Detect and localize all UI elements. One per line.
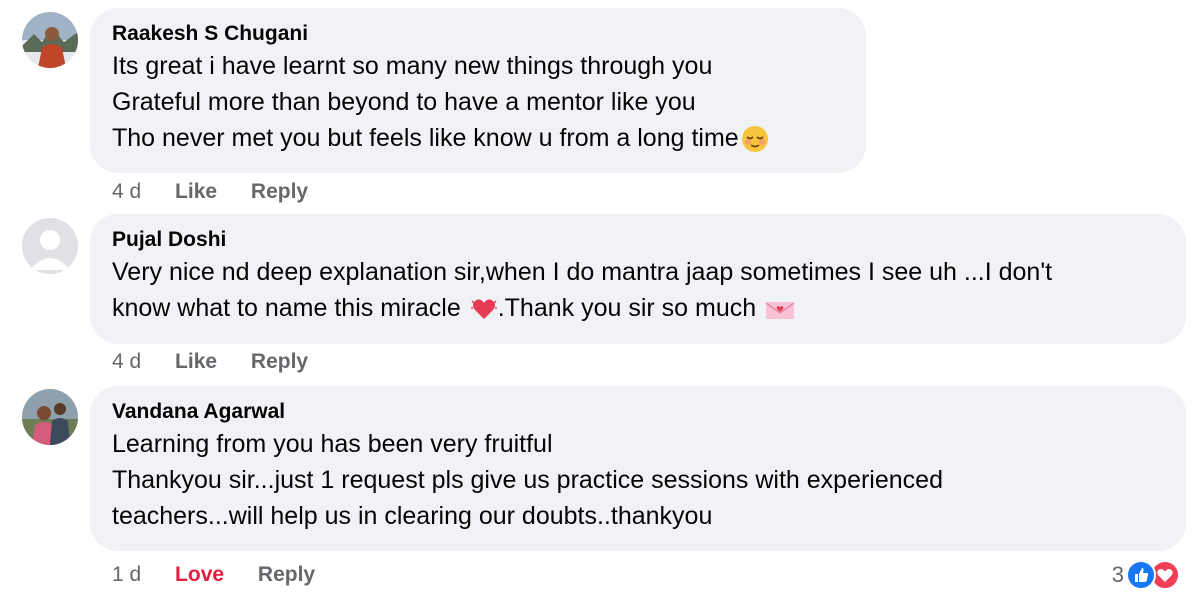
comment-author[interactable]: Raakesh S Chugani [112,20,844,48]
like-button[interactable]: Like [175,177,217,207]
comment-actions: 4 d Like Reply [112,177,336,207]
comment-timestamp[interactable]: 4 d [112,347,141,377]
love-letter-emoji-icon [765,295,795,323]
comment-bubble: Vandana Agarwal Learning from you has be… [90,386,1186,551]
comment-author[interactable]: Pujal Doshi [112,226,1164,254]
comment-text-line: Thankyou sir...just 1 request pls give u… [112,466,943,494]
comment-text-line: Tho never met you but feels like know u … [112,124,739,152]
comment-actions: 4 d Like Reply [112,347,336,377]
reply-button[interactable]: Reply [258,560,315,590]
avatar[interactable] [22,389,78,445]
comment-text-line: Learning from you has been very fruitful [112,430,553,458]
comment-text-line: .Thank you sir so much [497,294,757,322]
reaction-summary[interactable]: 3 [1112,560,1180,590]
comment-bubble: Pujal Doshi Very nice nd deep explanatio… [90,214,1186,344]
comment-actions: 1 d Love Reply [112,560,343,590]
comment-text-line: know what to name this miracle [112,294,461,322]
comment-timestamp[interactable]: 4 d [112,177,141,207]
comment-text-line: Its great i have learnt so many new thin… [112,52,713,80]
comment-text-line-wrapper: know what to name this miracle .Thank yo… [112,290,1164,326]
comment-timestamp[interactable]: 1 d [112,560,141,590]
comment-text-line: Grateful more than beyond to have a ment… [112,88,696,116]
love-button[interactable]: Love [175,560,224,590]
like-button[interactable]: Like [175,347,217,377]
comment-text-line: teachers...will help us in clearing our … [112,502,713,530]
avatar[interactable] [22,218,78,274]
comment-bubble: Raakesh S Chugani Its great i have learn… [90,8,866,173]
relieved-face-emoji-icon [741,125,769,153]
avatar[interactable] [22,12,78,68]
comment-text-line-wrapper: Tho never met you but feels like know u … [112,120,844,156]
comment-text-line: Very nice nd deep explanation sir,when I… [112,258,1053,286]
reply-button[interactable]: Reply [251,177,308,207]
comment-author[interactable]: Vandana Agarwal [112,398,1164,426]
beating-heart-emoji-icon [470,295,498,323]
reaction-count: 3 [1111,562,1124,587]
reply-button[interactable]: Reply [251,347,308,377]
like-reaction-icon [1126,560,1156,590]
